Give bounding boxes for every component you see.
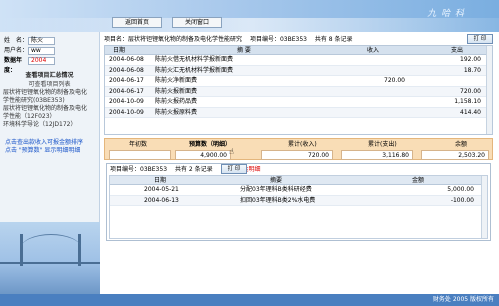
project-code-label: 项目编号： [249, 36, 280, 43]
row-date: 2004-06-17 [109, 87, 144, 95]
budget-detail-panel: 项目编号：03BE353 共有 2 条记录 预算下达明细 打 印 日期 摘要 金… [106, 163, 491, 241]
table-row[interactable]: 2004-06-08 陈前火汇无机材料学报新面费 18.70 [105, 65, 492, 76]
detail-scrollbar[interactable] [481, 176, 487, 238]
row-amount: 5,000.00 [447, 186, 474, 193]
user-row: 用户名： ww [0, 46, 99, 56]
ledger-header: 日期 摘 要 收入 支出 [105, 46, 492, 55]
col-income[interactable]: 收入 [367, 46, 379, 55]
row-expense: 720.00 [460, 87, 481, 95]
close-window-button[interactable]: 关闭窗口 [172, 17, 222, 28]
detail-header: 日期 摘要 金额 [110, 176, 487, 185]
cursor-hand-icon: ☝ [229, 147, 234, 156]
row-expense: 414.40 [460, 108, 481, 116]
project-link[interactable]: 层状将钽锂氧化物的制备及电化 [0, 89, 99, 97]
brand-logo: 九 哈 科 [427, 9, 465, 19]
project-link[interactable]: 学性能研究(03BE353) [0, 97, 99, 105]
row-date: 2004-05-21 [144, 186, 179, 193]
user-value: ww [28, 47, 55, 55]
income-total-value: 720.00 [261, 150, 333, 160]
year-start-label: 年初数 [129, 141, 148, 148]
row-summary: 陈前火汇无机材料学报新面费 [155, 66, 234, 74]
row-summary: 扣回03年理科B类2%水电费 [240, 196, 316, 204]
hint-line: 点击 "预算数" 显示明细明细 [5, 147, 81, 154]
year-value[interactable]: 2004 [28, 57, 55, 65]
col-date[interactable]: 日期 [154, 176, 166, 185]
col-expense[interactable]: 支出 [451, 46, 463, 55]
project-name-label: 项目名： [104, 36, 129, 43]
sidebar-hint: 点击查出款收入可报金额排序 点击 "预算数" 显示明细明细 [0, 139, 99, 155]
sidebar: 姓 名： 陈火 用户名： ww 数据年度： 2004 查看项目汇总情况 可查看项… [0, 32, 100, 294]
project-code: 03BE353 [279, 36, 307, 43]
ledger-scrollbar[interactable] [486, 46, 492, 134]
table-row[interactable]: 2004-05-21 分配03年理科B类科研经费 5,000.00 [110, 185, 487, 196]
detail-code-label: 项目编号： [110, 166, 141, 173]
balance-label: 余额 [455, 141, 468, 148]
ledger-table: 日期 摘 要 收入 支出 2004-06-08 陈前火借无机材料学报新面费 19… [104, 45, 493, 135]
summary-strip: 年初数 预算数（明细） 累计(收入) 累计(支出) 余额 4,900.00 72… [104, 138, 493, 160]
table-row[interactable]: 2004-06-17 陈前火净新面费 720.00 [105, 76, 492, 87]
col-date[interactable]: 日期 [113, 46, 125, 55]
row-income: 720.00 [384, 77, 405, 84]
row-date: 2004-10-09 [109, 98, 144, 105]
row-date: 2004-06-08 [109, 66, 144, 74]
row-date: 2004-06-17 [109, 77, 144, 84]
row-expense: 18.70 [463, 66, 481, 74]
balance-value: 2,503.20 [421, 150, 489, 160]
detail-bar: 项目编号：03BE353 共有 2 条记录 预算下达明细 打 印 [107, 164, 490, 175]
row-summary: 分配03年理科B类科研经费 [240, 186, 312, 193]
project-link[interactable]: 学性能（12F023） [0, 113, 99, 121]
footer: 财务处 2005 版权所有 [0, 294, 499, 306]
top-banner: 九 哈 科 返回首页 关闭窗口 [0, 0, 499, 32]
project-link[interactable]: 层状将钽锂氧化物的制备及电化 [0, 105, 99, 113]
row-summary: 陈前火报药品费 [155, 98, 198, 105]
col-summary[interactable]: 摘 要 [237, 46, 251, 55]
row-expense: 192.00 [460, 56, 481, 63]
expense-total-value: 3,116.80 [341, 150, 413, 160]
col-summary[interactable]: 摘要 [270, 176, 282, 185]
summary-section-subtitle: 可查看项目列表 [28, 81, 71, 88]
home-button[interactable]: 返回首页 [112, 17, 162, 28]
row-summary: 陈前火净新面费 [155, 77, 198, 84]
row-summary: 陈前火报新面费 [155, 87, 198, 95]
table-row[interactable]: 2004-10-09 陈前火报原料费 414.40 [105, 107, 492, 118]
row-expense: 1,158.10 [454, 98, 481, 105]
row-summary: 陈前火报原料费 [155, 108, 198, 116]
detail-table: 日期 摘要 金额 2004-05-21 分配03年理科B类科研经费 5,000.… [109, 175, 488, 239]
row-date: 2004-06-08 [109, 56, 144, 63]
budget-detail-link[interactable]: 预算数（明细） [189, 140, 231, 150]
row-amount: -100.00 [450, 196, 474, 204]
name-row: 姓 名： 陈火 [0, 36, 99, 46]
row-date: 2004-10-09 [109, 108, 144, 116]
copyright-text: 财务处 2005 版权所有 [432, 296, 494, 303]
row-summary: 陈前火借无机材料学报新面费 [155, 56, 234, 63]
year-start-value [109, 150, 171, 160]
project-name: 层状将钽锂氧化物的制备及电化学性能研究 [128, 36, 243, 43]
table-row[interactable]: 2004-06-17 陈前火报新面费 720.00 [105, 86, 492, 97]
detail-code: 03BE353 [140, 166, 168, 173]
bridge-cable [21, 234, 81, 262]
row-date: 2004-06-13 [144, 196, 179, 204]
col-amount[interactable]: 金额 [412, 176, 424, 185]
project-bar: 项目名：层状将钽锂氧化物的制备及电化学性能研究 项目编号：03BE353 共有 … [104, 34, 493, 45]
hint-line: 点击查出款收入可报金额排序 [5, 139, 84, 146]
expense-total-label: 累计(支出) [368, 141, 397, 148]
print-button[interactable]: 打 印 [467, 34, 493, 44]
detail-print-button[interactable]: 打 印 [221, 164, 247, 174]
table-row[interactable]: 2004-10-09 陈前火报药品费 1,158.10 [105, 97, 492, 108]
income-total-label: 累计(收入) [288, 141, 317, 148]
bridge-deck [0, 262, 100, 264]
bridge-image [0, 222, 100, 294]
record-count: 共有 8 条记录 [314, 36, 353, 43]
table-row[interactable]: 2004-06-13 扣回03年理科B类2%水电费 -100.00 [110, 195, 487, 206]
name-value: 陈火 [28, 37, 55, 45]
banner-swoosh [0, 18, 499, 32]
table-row[interactable]: 2004-06-08 陈前火借无机材料学报新面费 192.00 [105, 55, 492, 66]
budget-value: 4,900.00 [175, 150, 231, 160]
year-row: 数据年度： 2004 [0, 56, 99, 74]
main-panel: 项目名：层状将钽锂氧化物的制备及电化学性能研究 项目编号：03BE353 共有 … [104, 34, 493, 135]
detail-count: 共有 2 条记录 [174, 166, 213, 173]
project-link[interactable]: 环境科学导论（12JD172） [0, 121, 99, 129]
